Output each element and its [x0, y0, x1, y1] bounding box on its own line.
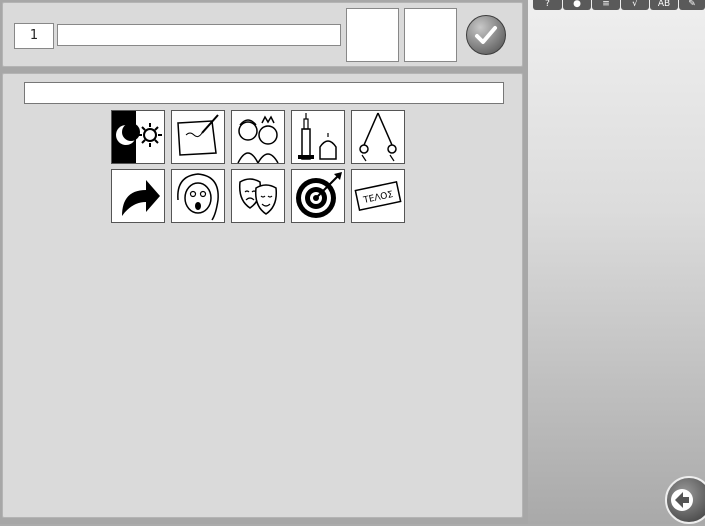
edit-button[interactable]: ✎: [679, 0, 705, 10]
card-swing[interactable]: [351, 110, 405, 164]
checklist-icon: ≡: [602, 0, 610, 9]
sqrt-icon: √: [632, 0, 638, 9]
speech-button[interactable]: ●: [563, 0, 591, 10]
question-number: 1: [14, 23, 54, 49]
ab-button[interactable]: AB: [650, 0, 678, 10]
girl-face-icon: [177, 173, 219, 221]
pencil-icon: ✎: [688, 0, 696, 9]
card-people[interactable]: [231, 110, 285, 164]
formula-button[interactable]: √: [621, 0, 649, 10]
speech-bubble-icon: ●: [573, 0, 581, 9]
sign-icon: ΤΕΛΟΣ: [354, 180, 402, 212]
answer-panel: 1: [2, 2, 523, 67]
card-end[interactable]: ΤΕΛΟΣ: [351, 169, 405, 223]
checklist-button[interactable]: ≡: [592, 0, 620, 10]
back-arrow-icon: [671, 489, 693, 511]
answer-slot-1[interactable]: [346, 8, 399, 62]
check-button[interactable]: [466, 15, 506, 55]
curved-arrow-icon: [122, 180, 160, 216]
checkmark-icon: [475, 26, 497, 44]
answer-field[interactable]: [57, 24, 341, 46]
workspace: 1 ΤΕΛΟΣ: [0, 0, 528, 524]
prompt-bar: [24, 82, 504, 104]
card-buildings[interactable]: [291, 110, 345, 164]
card-theater-masks[interactable]: [231, 169, 285, 223]
pencil-paper-icon: [177, 114, 219, 156]
card-area: ΤΕΛΟΣ: [2, 73, 523, 518]
swing-icon: [359, 112, 397, 162]
card-surprised-girl[interactable]: [171, 169, 225, 223]
moon-sun-icon: [112, 111, 162, 163]
card-writing[interactable]: [171, 110, 225, 164]
answer-slot-2[interactable]: [404, 8, 457, 62]
target-icon: [296, 172, 342, 218]
back-button[interactable]: [665, 476, 705, 524]
card-target[interactable]: [291, 169, 345, 223]
card-arrow[interactable]: [111, 169, 165, 223]
buildings-icon: [298, 113, 337, 160]
help-icon: ?: [545, 0, 550, 9]
sidebar: ? ● ≡ √ AB ✎: [528, 0, 705, 524]
ab-label: AB: [657, 0, 671, 9]
help-button[interactable]: ?: [533, 0, 562, 10]
people-icon: [237, 115, 279, 163]
card-night-day[interactable]: [111, 110, 165, 164]
masks-icon: [238, 178, 278, 215]
